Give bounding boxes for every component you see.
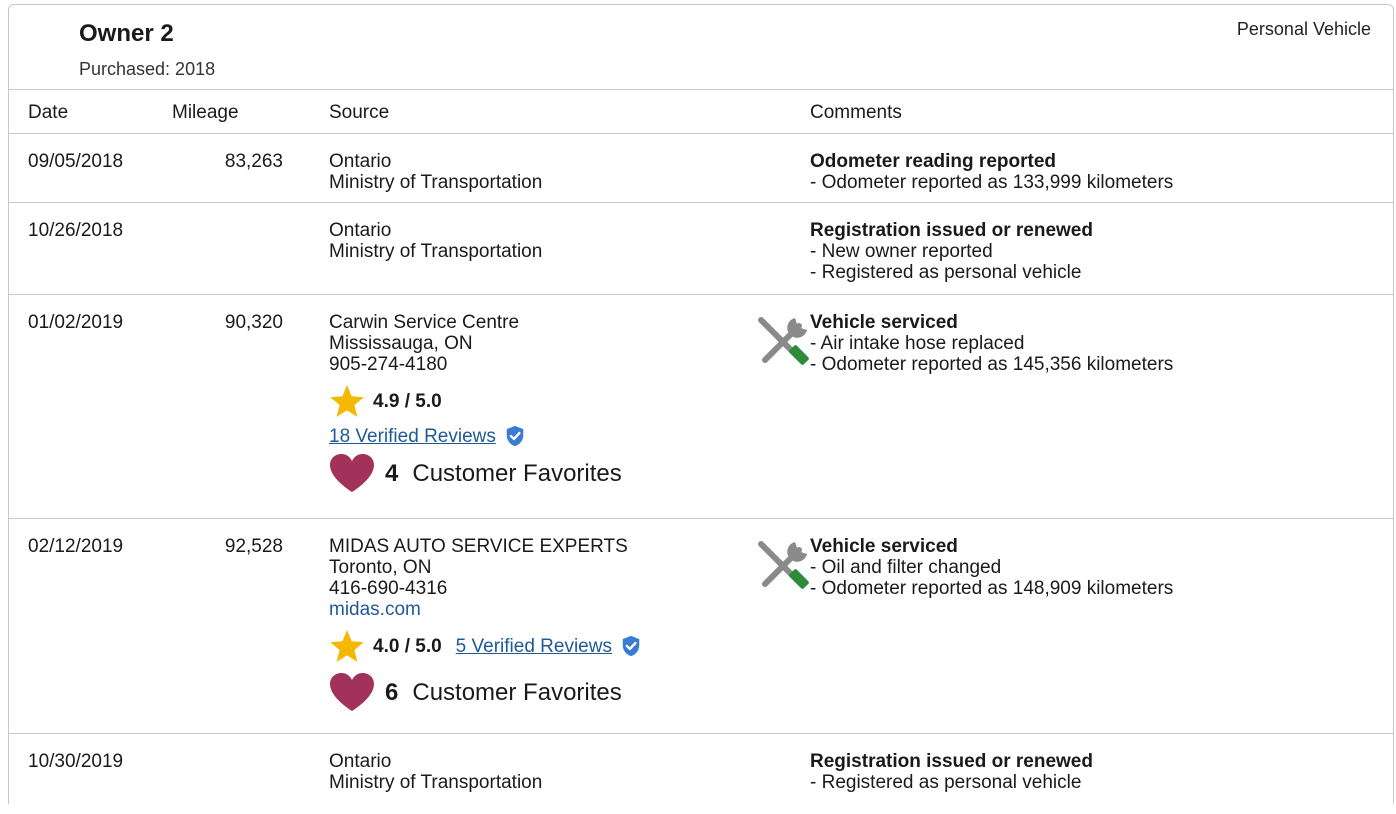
shop-rating: 4.9 / 5.0 xyxy=(329,381,622,421)
row-source: Ontario Ministry of Transportation xyxy=(329,751,542,793)
shop-phone: 416-690-4316 xyxy=(329,578,448,599)
favorites-label: Customer Favorites xyxy=(412,459,622,487)
comment-line: - Odometer reported as 133,999 kilometer… xyxy=(810,172,1174,193)
row-source: Ontario Ministry of Transportation xyxy=(329,151,542,193)
table-row: 02/12/2019 92,528 MIDAS AUTO SERVICE EXP… xyxy=(9,519,1393,734)
wrench-screwdriver-icon xyxy=(758,317,809,365)
row-source: MIDAS AUTO SERVICE EXPERTS Toronto, ON 4… xyxy=(329,536,642,712)
row-source: Ontario Ministry of Transportation xyxy=(329,220,542,262)
star-icon xyxy=(330,385,364,417)
row-mileage: 83,263 xyxy=(224,151,283,172)
comment-line: - New owner reported xyxy=(810,241,993,262)
shop-website-link[interactable]: midas.com xyxy=(329,599,642,620)
table-row: 01/02/2019 90,320 Carwin Service Centre … xyxy=(9,295,1393,519)
column-header-mileage: Mileage xyxy=(172,102,239,123)
comment-title: Registration issued or renewed xyxy=(810,220,1093,241)
source-line: Ontario xyxy=(329,220,392,241)
column-header-source: Source xyxy=(329,102,390,123)
star-icon xyxy=(330,630,364,662)
shop-rating: 4.0 / 5.0 5 Verified Reviews xyxy=(329,626,642,666)
column-header-comments: Comments xyxy=(810,102,902,123)
row-comments: Registration issued or renewed - Registe… xyxy=(810,751,1093,793)
rating-value: 4.0 / 5.0 xyxy=(373,635,442,657)
shop-name: Carwin Service Centre xyxy=(329,312,520,333)
verified-reviews-link[interactable]: 18 Verified Reviews xyxy=(329,426,496,447)
wrench-screwdriver-icon xyxy=(758,541,809,589)
table-row: 09/05/2018 83,263 Ontario Ministry of Tr… xyxy=(9,134,1393,203)
verified-shield-icon xyxy=(622,635,640,657)
comment-title: Vehicle serviced xyxy=(810,312,958,333)
verified-shield-icon xyxy=(506,425,524,447)
source-line: Ministry of Transportation xyxy=(329,172,543,193)
shop-location: Toronto, ON xyxy=(329,557,432,578)
row-date: 10/30/2019 xyxy=(28,751,124,772)
row-source: Carwin Service Centre Mississauga, ON 90… xyxy=(329,312,622,493)
source-line: Ministry of Transportation xyxy=(329,772,543,793)
customer-favorites: 6 Customer Favorites xyxy=(329,672,642,712)
source-line: Ontario xyxy=(329,751,392,772)
row-date: 09/05/2018 xyxy=(28,151,124,172)
row-mileage: 92,528 xyxy=(224,536,283,557)
comment-line: - Oil and filter changed xyxy=(810,557,1002,578)
purchased-year: Purchased: 2018 xyxy=(79,59,216,79)
owner-history-card: Owner 2 Purchased: 2018 Personal Vehicle… xyxy=(8,4,1394,804)
comment-title: Vehicle serviced xyxy=(810,536,958,557)
comment-line: - Registered as personal vehicle xyxy=(810,772,1082,793)
owner-title: Owner 2 xyxy=(79,20,174,47)
row-date: 01/02/2019 xyxy=(28,312,124,333)
vehicle-type-label: Personal Vehicle xyxy=(1236,19,1371,39)
comment-line: - Air intake hose replaced xyxy=(810,333,1025,354)
comment-line: - Registered as personal vehicle xyxy=(810,262,1082,283)
verified-reviews-link[interactable]: 5 Verified Reviews xyxy=(456,636,612,657)
comment-title: Odometer reading reported xyxy=(810,151,1056,172)
customer-favorites: 4 Customer Favorites xyxy=(329,453,622,493)
row-comments: Vehicle serviced - Oil and filter change… xyxy=(810,536,1173,599)
favorites-count: 6 xyxy=(385,678,399,706)
shop-name: MIDAS AUTO SERVICE EXPERTS xyxy=(329,536,628,557)
table-row: 10/26/2018 Ontario Ministry of Transport… xyxy=(9,203,1393,295)
reviews-row: 18 Verified Reviews xyxy=(329,425,622,447)
source-line: Ontario xyxy=(329,151,392,172)
favorites-count: 4 xyxy=(385,459,399,487)
row-comments: Odometer reading reported - Odometer rep… xyxy=(810,151,1173,193)
comment-line: - Odometer reported as 148,909 kilometer… xyxy=(810,578,1174,599)
row-mileage: 90,320 xyxy=(224,312,283,333)
heart-icon xyxy=(330,673,374,711)
rating-value: 4.9 / 5.0 xyxy=(373,390,442,412)
shop-location: Mississauga, ON xyxy=(329,333,473,354)
row-comments: Vehicle serviced - Air intake hose repla… xyxy=(810,312,1173,375)
comment-title: Registration issued or renewed xyxy=(810,751,1093,772)
row-date: 10/26/2018 xyxy=(28,220,124,241)
row-date: 02/12/2019 xyxy=(28,536,124,557)
shop-phone: 905-274-4180 xyxy=(329,354,448,375)
favorites-label: Customer Favorites xyxy=(412,678,622,706)
source-line: Ministry of Transportation xyxy=(329,241,543,262)
heart-icon xyxy=(330,454,374,492)
table-header: Date Mileage Source Comments xyxy=(9,89,1393,134)
row-comments: Registration issued or renewed - New own… xyxy=(810,220,1093,283)
column-header-date: Date xyxy=(28,102,69,123)
table-row: 10/30/2019 Ontario Ministry of Transport… xyxy=(9,734,1393,814)
comment-line: - Odometer reported as 145,356 kilometer… xyxy=(810,354,1174,375)
